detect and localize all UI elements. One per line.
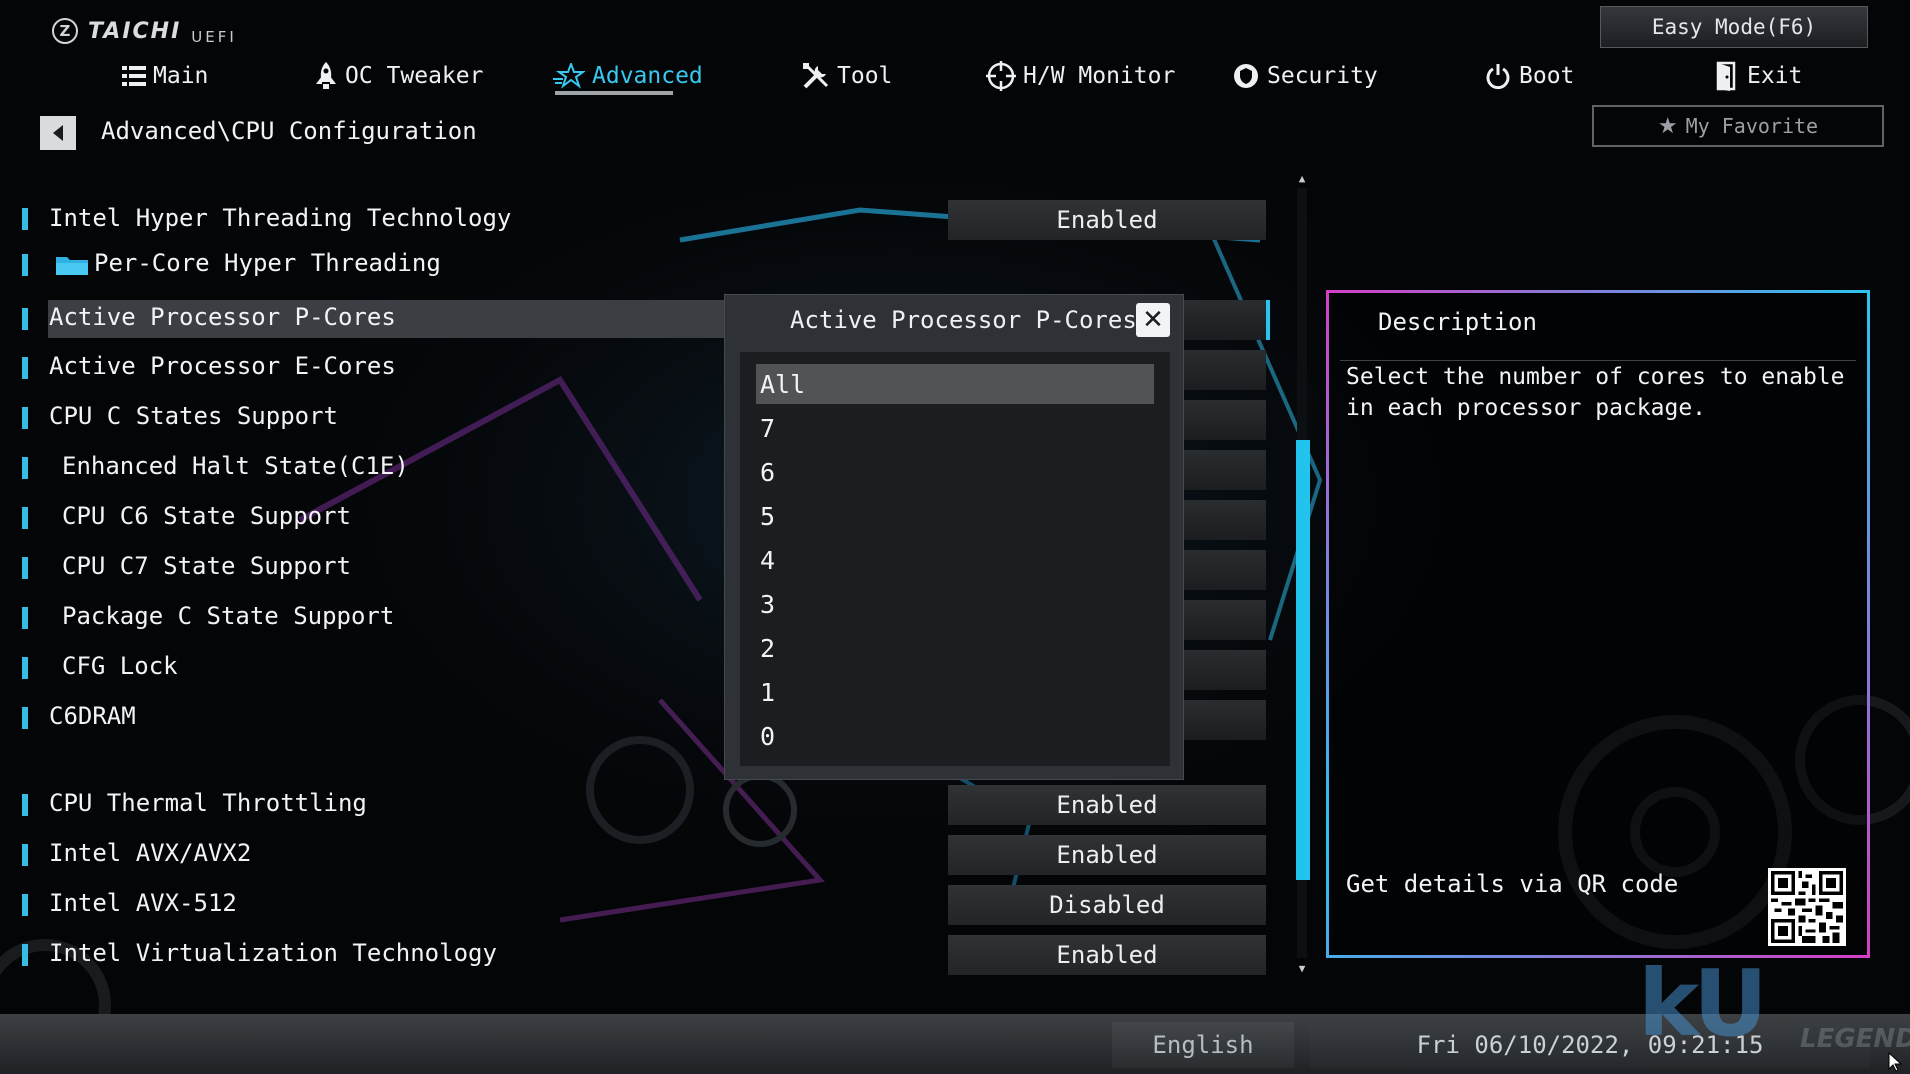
setting-virtualization[interactable]: Intel Virtualization Technology (49, 939, 497, 967)
scroll-up-arrow-icon[interactable]: ▲ (1294, 170, 1310, 186)
language-button[interactable]: English (1112, 1022, 1294, 1068)
tab-tool[interactable]: Tool (802, 56, 892, 96)
value-virtualization[interactable]: Enabled (948, 935, 1266, 975)
row-marker (22, 507, 28, 529)
row-marker (22, 794, 28, 816)
close-icon[interactable]: ✕ (1136, 303, 1170, 337)
tab-advanced[interactable]: Advanced (553, 56, 703, 96)
taichi-logo-icon: Z (52, 18, 78, 44)
row-marker (22, 944, 28, 966)
option-all[interactable]: All (756, 364, 1154, 404)
setting-package-c-state[interactable]: Package C State Support (62, 602, 394, 630)
option-2[interactable]: 2 (756, 628, 1154, 668)
tab-label: Advanced (592, 63, 703, 89)
exit-door-icon (1716, 61, 1736, 91)
power-icon (1486, 64, 1510, 90)
star-icon: ★ (1657, 113, 1678, 139)
row-marker (22, 308, 28, 330)
tab-label: OC Tweaker (345, 63, 484, 89)
setting-enhanced-halt[interactable]: Enhanced Halt State(C1E) (62, 452, 409, 480)
row-marker (22, 457, 28, 479)
qr-code-icon (1768, 868, 1846, 946)
my-favorite-label: My Favorite (1685, 114, 1819, 138)
value-hyper-threading[interactable]: Enabled (948, 200, 1266, 240)
brand-logo-group: Z TAICHI UEFI (52, 14, 237, 48)
option-1[interactable]: 1 (756, 672, 1154, 712)
setting-cpu-c-states[interactable]: CPU C States Support (49, 402, 338, 430)
mouse-cursor-icon (1888, 1052, 1902, 1072)
row-marker (22, 894, 28, 916)
breadcrumb: Advanced\CPU Configuration (101, 117, 477, 145)
active-tab-underline (555, 91, 673, 95)
option-6[interactable]: 6 (756, 452, 1154, 492)
option-5[interactable]: 5 (756, 496, 1154, 536)
folder-icon (56, 257, 88, 275)
datetime-display: Fri 06/10/2022, 09:21:15 (1310, 1022, 1870, 1068)
arrow-left-icon (53, 125, 63, 141)
tab-label: Main (153, 63, 209, 89)
setting-active-e-cores[interactable]: Active Processor E-Cores (49, 352, 396, 380)
tab-label: Tool (837, 63, 893, 89)
easy-mode-button[interactable]: Easy Mode(F6) (1600, 6, 1868, 48)
watermark-text: LEGEND (1800, 1024, 1910, 1054)
option-3[interactable]: 3 (756, 584, 1154, 624)
brand-sub: UEFI (191, 28, 237, 46)
option-0[interactable]: 0 (756, 716, 1154, 756)
option-4[interactable]: 4 (756, 540, 1154, 580)
dialog-title: Active Processor P-Cores (790, 306, 1137, 334)
tab-oc-tweaker[interactable]: OC Tweaker (314, 56, 483, 96)
setting-active-p-cores[interactable]: Active Processor P-Cores (49, 303, 396, 331)
my-favorite-button[interactable]: ★ My Favorite (1592, 105, 1884, 147)
value-avx-512[interactable]: Disabled (948, 885, 1266, 925)
tab-label: H/W Monitor (1023, 63, 1176, 89)
scrollbar-thumb[interactable] (1296, 440, 1310, 880)
tab-label: Exit (1747, 63, 1803, 89)
value-avx-avx2[interactable]: Enabled (948, 835, 1266, 875)
setting-hyper-threading[interactable]: Intel Hyper Threading Technology (49, 204, 511, 232)
star-icon (553, 63, 585, 89)
description-divider (1340, 360, 1856, 361)
tab-hw-monitor[interactable]: H/W Monitor (986, 56, 1175, 96)
tab-boot[interactable]: Boot (1484, 56, 1574, 96)
row-marker (22, 657, 28, 679)
watermark-logo: kU (1638, 950, 1768, 1057)
value-thermal-throttling[interactable]: Enabled (948, 785, 1266, 825)
setting-per-core-hyper-threading[interactable]: Per-Core Hyper Threading (94, 249, 441, 277)
setting-thermal-throttling[interactable]: CPU Thermal Throttling (49, 789, 367, 817)
row-marker (22, 557, 28, 579)
tab-exit[interactable]: Exit (1716, 56, 1802, 96)
back-button[interactable] (40, 116, 76, 150)
description-title: Description (1378, 308, 1537, 336)
setting-cpu-c7[interactable]: CPU C7 State Support (62, 552, 351, 580)
row-marker (22, 254, 28, 276)
tab-main[interactable]: Main (122, 56, 208, 96)
setting-cfg-lock[interactable]: CFG Lock (62, 652, 178, 680)
row-marker (22, 844, 28, 866)
row-marker (22, 357, 28, 379)
row-marker (22, 607, 28, 629)
tab-label: Security (1267, 63, 1378, 89)
row-marker (22, 208, 28, 230)
row-marker (22, 707, 28, 729)
row-marker (22, 407, 28, 429)
crosshair-icon (986, 61, 1016, 91)
tab-security[interactable]: Security (1232, 56, 1378, 96)
tools-icon (803, 63, 829, 89)
setting-avx-avx2[interactable]: Intel AVX/AVX2 (49, 839, 251, 867)
option-7[interactable]: 7 (756, 408, 1154, 448)
setting-c6dram[interactable]: C6DRAM (49, 702, 136, 730)
scroll-down-arrow-icon[interactable]: ▼ (1294, 960, 1310, 976)
qr-label: Get details via QR code (1346, 870, 1679, 898)
setting-avx-512[interactable]: Intel AVX-512 (49, 889, 237, 917)
list-icon (122, 66, 146, 86)
rocket-icon (316, 62, 336, 89)
brand-name: TAICHI (88, 18, 182, 44)
description-text: Select the number of cores to enable in … (1346, 364, 1845, 421)
setting-cpu-c6[interactable]: CPU C6 State Support (62, 502, 351, 530)
shield-icon (1234, 64, 1258, 88)
tab-label: Boot (1519, 63, 1575, 89)
